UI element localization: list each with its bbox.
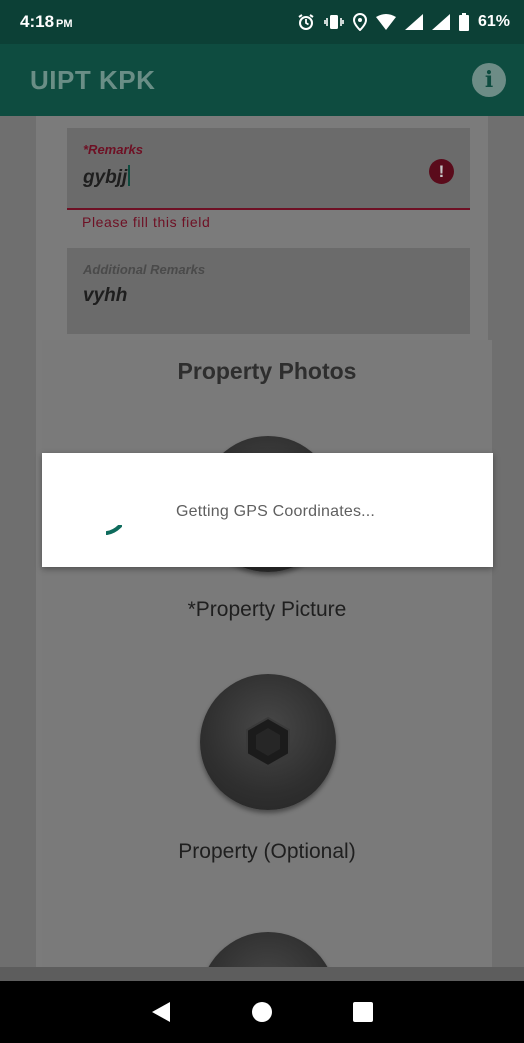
alarm-icon bbox=[298, 14, 314, 30]
property-photos-title: Property Photos bbox=[177, 358, 357, 384]
battery-icon bbox=[458, 13, 469, 31]
nav-gap bbox=[0, 967, 524, 981]
home-button[interactable] bbox=[247, 997, 277, 1027]
additional-remarks-input[interactable]: vyhh bbox=[83, 285, 454, 307]
vibrate-icon bbox=[324, 15, 344, 29]
info-icon[interactable]: i bbox=[472, 63, 506, 97]
property-photos-panel: Property Photos *Property Picture Proper… bbox=[42, 340, 492, 967]
edge-strip-right bbox=[488, 116, 524, 967]
remarks-value: gybjj bbox=[83, 167, 128, 188]
remarks-input[interactable]: gybjj bbox=[83, 165, 454, 189]
wifi-icon bbox=[375, 14, 396, 30]
edge-strip-left bbox=[0, 116, 36, 967]
battery-percent: 61% bbox=[477, 13, 510, 30]
remarks-label: *Remarks bbox=[83, 142, 143, 157]
signal-icon bbox=[431, 14, 450, 30]
recents-button[interactable] bbox=[348, 997, 378, 1027]
loading-spinner-icon bbox=[106, 525, 122, 535]
navigation-bar bbox=[0, 981, 524, 1043]
property-picture-label: *Property Picture bbox=[187, 598, 347, 621]
clock-text: 4:18 bbox=[20, 12, 55, 31]
property-optional-camera-button[interactable] bbox=[200, 674, 336, 810]
error-icon: ! bbox=[429, 159, 454, 184]
signal-icon bbox=[404, 14, 423, 30]
additional-remarks-label: Additional Remarks bbox=[83, 262, 206, 277]
additional-remarks-field[interactable]: Additional Remarks vyhh bbox=[67, 248, 470, 334]
location-icon bbox=[352, 13, 367, 31]
text-caret bbox=[128, 165, 131, 186]
app-bar: UIPT KPK i bbox=[0, 44, 524, 116]
status-time: 4:18 PM bbox=[20, 12, 73, 32]
property-optional-label: Property (Optional) bbox=[178, 840, 356, 863]
app-title: UIPT KPK bbox=[30, 64, 156, 95]
home-circle-icon bbox=[251, 1002, 272, 1022]
status-icons: 61% bbox=[297, 13, 510, 31]
recents-square-icon bbox=[353, 1002, 374, 1022]
clock-ampm: PM bbox=[56, 18, 73, 30]
progress-message: Getting GPS Coordinates... bbox=[176, 503, 376, 520]
remarks-field[interactable]: *Remarks gybjj ! bbox=[67, 128, 470, 210]
back-triangle-icon bbox=[151, 1002, 170, 1022]
third-camera-button[interactable] bbox=[200, 932, 336, 967]
status-bar: 4:18 PM 61% bbox=[0, 0, 524, 44]
back-button[interactable] bbox=[146, 997, 176, 1027]
camera-lens-icon bbox=[246, 716, 290, 768]
remarks-error-text: Please fill this field bbox=[82, 214, 211, 230]
progress-dialog: Getting GPS Coordinates... bbox=[42, 453, 493, 567]
